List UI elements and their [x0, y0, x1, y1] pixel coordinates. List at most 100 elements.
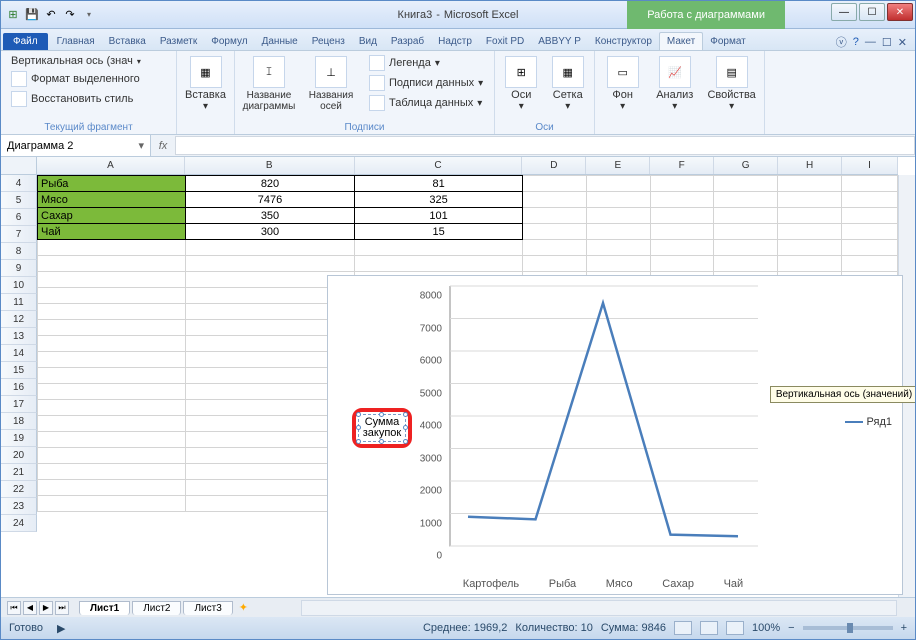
- chart-title-icon: 𝙸: [253, 56, 285, 88]
- tab-addins[interactable]: Надстр: [431, 33, 479, 50]
- formula-input[interactable]: [175, 136, 915, 155]
- x-axis-labels: КартофельРыбаМясоСахарЧай: [448, 578, 758, 590]
- data-table-button[interactable]: Таблица данных ▾: [365, 94, 487, 112]
- data-labels-button[interactable]: Подписи данных ▾: [365, 74, 487, 92]
- tab-foxit[interactable]: Foxit PD: [479, 33, 531, 50]
- properties-button[interactable]: ▤Свойства▾: [705, 54, 758, 112]
- status-ready: Готово: [9, 622, 43, 634]
- tab-pagelayout[interactable]: Разметк: [153, 33, 204, 50]
- view-normal-icon[interactable]: [674, 621, 692, 635]
- doc-name: Книга3: [398, 9, 433, 21]
- background-icon: ▭: [607, 56, 639, 88]
- ribbon: Вертикальная ось (знач▾ Формат выделенно…: [1, 51, 915, 135]
- tab-view[interactable]: Вид: [352, 33, 384, 50]
- legend-icon: [369, 55, 385, 71]
- quick-access-toolbar: ⊞ 💾 ↶ ↷ ▾: [1, 7, 97, 23]
- insert-button[interactable]: ▦Вставка▾: [183, 54, 228, 112]
- redo-icon[interactable]: ↷: [62, 7, 78, 23]
- reset-style-button[interactable]: Восстановить стиль: [7, 90, 145, 108]
- format-selection-icon: [11, 71, 27, 87]
- close-button[interactable]: ✕: [887, 3, 913, 21]
- tab-abbyy[interactable]: ABBYY P: [531, 33, 588, 50]
- status-average: Среднее: 1969,2: [423, 622, 507, 634]
- status-sum: Сумма: 9846: [601, 622, 666, 634]
- tab-insert[interactable]: Вставка: [102, 33, 153, 50]
- window-title: Книга3 - Microsoft Excel: [398, 9, 519, 21]
- zoom-level[interactable]: 100%: [752, 622, 780, 634]
- analysis-icon: 📈: [659, 56, 691, 88]
- insert-icon: ▦: [190, 56, 222, 88]
- tab-layout[interactable]: Макет: [659, 32, 703, 50]
- ribbon-tabs: Файл Главная Вставка Разметк Формул Данн…: [1, 29, 915, 51]
- tab-formulas[interactable]: Формул: [204, 33, 254, 50]
- worksheet-area: ABCDEFGHI 456789101112131415161718192021…: [1, 157, 915, 597]
- app-name: Microsoft Excel: [444, 9, 519, 21]
- doc-restore-icon[interactable]: ☐: [882, 36, 892, 49]
- group-label: Текущий фрагмент: [7, 121, 170, 133]
- status-count: Количество: 10: [515, 622, 592, 634]
- data-labels-icon: [369, 75, 385, 91]
- chart-tools-contextual: Работа с диаграммами: [627, 1, 785, 29]
- undo-icon[interactable]: ↶: [43, 7, 59, 23]
- namebox-dropdown-icon[interactable]: ▾: [138, 139, 144, 152]
- status-bar: Готово ▶ Среднее: 1969,2 Количество: 10 …: [1, 617, 915, 639]
- group-label: Оси: [501, 121, 588, 133]
- chart-element-dropdown[interactable]: Вертикальная ось (знач▾: [7, 54, 145, 68]
- tab-file[interactable]: Файл: [3, 33, 48, 50]
- horizontal-scrollbar[interactable]: [301, 600, 897, 616]
- save-icon[interactable]: 💾: [24, 7, 40, 23]
- help-icon[interactable]: ?: [853, 36, 859, 48]
- analysis-button[interactable]: 📈Анализ▾: [650, 54, 699, 112]
- sheet-nav-buttons[interactable]: ⏮◀▶⏭: [7, 601, 69, 615]
- legend-button[interactable]: Легенда ▾: [365, 54, 487, 72]
- window-controls: — ☐ ✕: [831, 3, 913, 21]
- axis-title[interactable]: Сумма закупок: [358, 414, 406, 442]
- tab-format[interactable]: Формат: [703, 33, 753, 50]
- gridlines-icon: ▦: [552, 56, 584, 88]
- group-label: Подписи: [241, 121, 488, 133]
- minimize-ribbon-icon[interactable]: ⓥ: [836, 34, 847, 50]
- axis-titles-icon: ⊥: [315, 56, 347, 88]
- zoom-slider[interactable]: [803, 626, 893, 630]
- background-button[interactable]: ▭Фон▾: [601, 54, 644, 112]
- axis-titles-button[interactable]: ⊥Названия осей: [303, 54, 359, 112]
- qat-dropdown-icon[interactable]: ▾: [81, 7, 97, 23]
- axes-button[interactable]: ⊞Оси▾: [501, 54, 542, 112]
- maximize-button[interactable]: ☐: [859, 3, 885, 21]
- row-headers[interactable]: 456789101112131415161718192021222324: [1, 175, 37, 532]
- reset-style-icon: [11, 91, 27, 107]
- format-selection-button[interactable]: Формат выделенного: [7, 70, 145, 88]
- tab-developer[interactable]: Разраб: [384, 33, 431, 50]
- zoom-in-icon[interactable]: +: [901, 622, 907, 634]
- axis-title-highlight: Сумма закупок: [352, 408, 412, 448]
- chart-object[interactable]: 010002000300040005000600070008000 Сумма …: [327, 275, 903, 595]
- view-pagelayout-icon[interactable]: [700, 621, 718, 635]
- fx-icon[interactable]: fx: [151, 140, 175, 152]
- tab-home[interactable]: Главная: [50, 33, 102, 50]
- select-all-corner[interactable]: [1, 157, 37, 175]
- view-pagebreak-icon[interactable]: [726, 621, 744, 635]
- formula-bar: Диаграмма 2▾ fx: [1, 135, 915, 157]
- chart-title-button[interactable]: 𝙸Название диаграммы: [241, 54, 297, 112]
- sheet-tab[interactable]: Лист2: [132, 601, 181, 615]
- column-headers[interactable]: ABCDEFGHI: [37, 157, 898, 175]
- data-table-icon: [369, 95, 385, 111]
- tab-review[interactable]: Реценз: [305, 33, 352, 50]
- axes-icon: ⊞: [505, 56, 537, 88]
- doc-close-icon[interactable]: ✕: [898, 36, 907, 49]
- sheet-tab[interactable]: Лист3: [183, 601, 232, 615]
- minimize-button[interactable]: —: [831, 3, 857, 21]
- chart-legend[interactable]: Ряд1: [845, 416, 892, 428]
- zoom-out-icon[interactable]: −: [788, 622, 794, 634]
- tab-design[interactable]: Конструктор: [588, 33, 659, 50]
- legend-swatch: [845, 421, 863, 423]
- macro-record-icon[interactable]: ▶: [57, 622, 65, 635]
- sheet-tab-bar: ⏮◀▶⏭ Лист1 Лист2 Лист3 ✦: [1, 597, 915, 617]
- gridlines-button[interactable]: ▦Сетка▾: [548, 54, 589, 112]
- new-sheet-icon[interactable]: ✦: [239, 601, 248, 614]
- name-box[interactable]: Диаграмма 2▾: [1, 135, 151, 156]
- tab-data[interactable]: Данные: [255, 33, 305, 50]
- doc-minimize-icon[interactable]: —: [865, 36, 876, 48]
- sheet-tab[interactable]: Лист1: [79, 601, 130, 615]
- properties-icon: ▤: [716, 56, 748, 88]
